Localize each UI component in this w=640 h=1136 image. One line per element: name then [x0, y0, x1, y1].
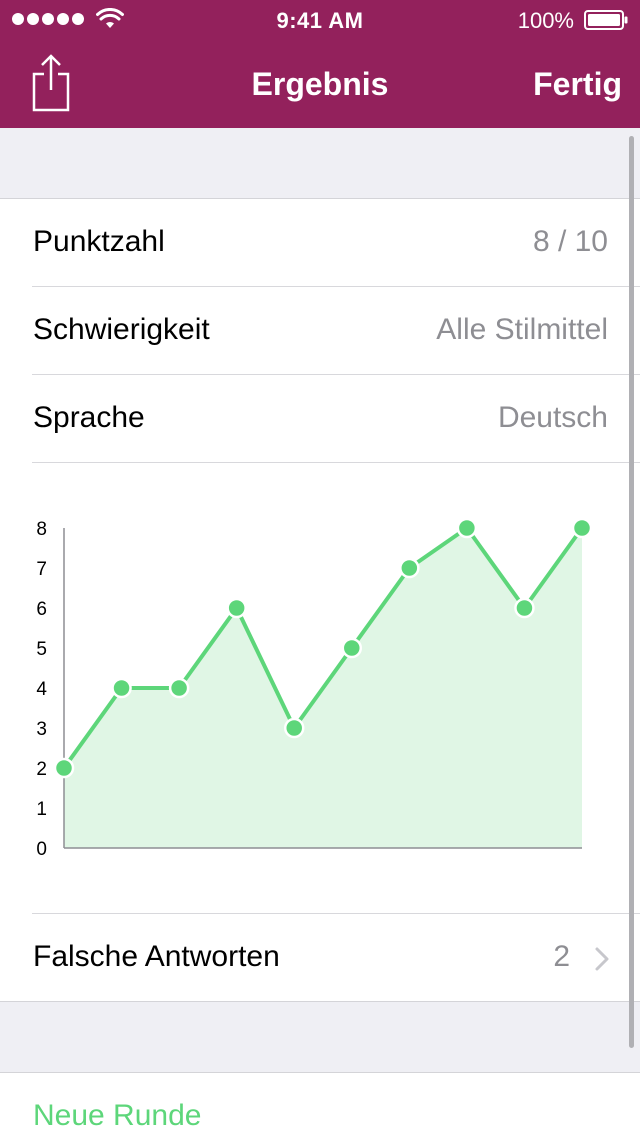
chart-data-point [456, 517, 478, 539]
chart-y-tick-label: 3 [36, 719, 47, 740]
language-label: Sprache [33, 401, 145, 434]
result-list: Punktzahl 8 / 10 Schwierigkeit Alle Stil… [0, 198, 640, 1002]
chart-y-tick-label: 2 [36, 759, 47, 780]
difficulty-label: Schwierigkeit [33, 313, 210, 346]
bottom-bar: Neue Runde [0, 1072, 640, 1136]
list-row-score: Punktzahl 8 / 10 [0, 199, 640, 287]
chart-data-point [514, 597, 535, 619]
status-bar: 9:41 AM 100% [0, 0, 640, 40]
wrong-answers-label: Falsche Antworten [33, 940, 280, 973]
chart-data-point [168, 677, 190, 699]
chart-data-point [399, 557, 420, 579]
navigation-bar: 9:41 AM 100% Ergebnis Fertig [0, 0, 640, 128]
chart-data-point [111, 677, 132, 699]
chart-data-point [283, 717, 305, 739]
battery-icon [584, 10, 628, 30]
chart-y-tick-label: 5 [36, 639, 47, 660]
wrong-answers-count: 2 [553, 940, 570, 973]
done-button[interactable]: Fertig [533, 66, 622, 103]
chart-y-tick-label: 0 [36, 839, 47, 860]
chart-y-tick-label: 1 [36, 799, 47, 820]
chart-y-tick-label: 4 [36, 679, 47, 700]
list-row-difficulty: Schwierigkeit Alle Stilmittel [0, 287, 640, 375]
difficulty-value: Alle Stilmittel [436, 313, 608, 346]
battery-percentage: 100% [517, 8, 574, 33]
chart-data-point [341, 637, 363, 659]
score-value: 8 / 10 [532, 225, 608, 258]
chart-y-tick-label: 6 [36, 599, 47, 620]
chart-data-point [571, 517, 593, 539]
chart-data-point [53, 757, 75, 779]
score-history-chart: 0 1 2 3 4 5 6 7 8 [0, 463, 640, 913]
chart-y-tick-label: 7 [36, 559, 47, 580]
list-row-language: Sprache Deutsch [0, 375, 640, 463]
chevron-right-icon [595, 947, 609, 971]
list-row-wrong-answers[interactable]: Falsche Antworten 2 [0, 914, 640, 1002]
scrollbar[interactable] [629, 136, 634, 1048]
new-round-button[interactable]: Neue Runde [33, 1099, 201, 1133]
chart-data-point [226, 597, 247, 619]
score-label: Punktzahl [33, 225, 165, 258]
language-value: Deutsch [497, 401, 608, 434]
score-chart-svg: 0 1 2 3 4 5 6 7 8 [36, 517, 593, 860]
chart-y-tick-label: 8 [36, 519, 47, 540]
result-screen: 9:41 AM 100% Ergebnis Fertig Punktzahl 8… [0, 0, 640, 1136]
